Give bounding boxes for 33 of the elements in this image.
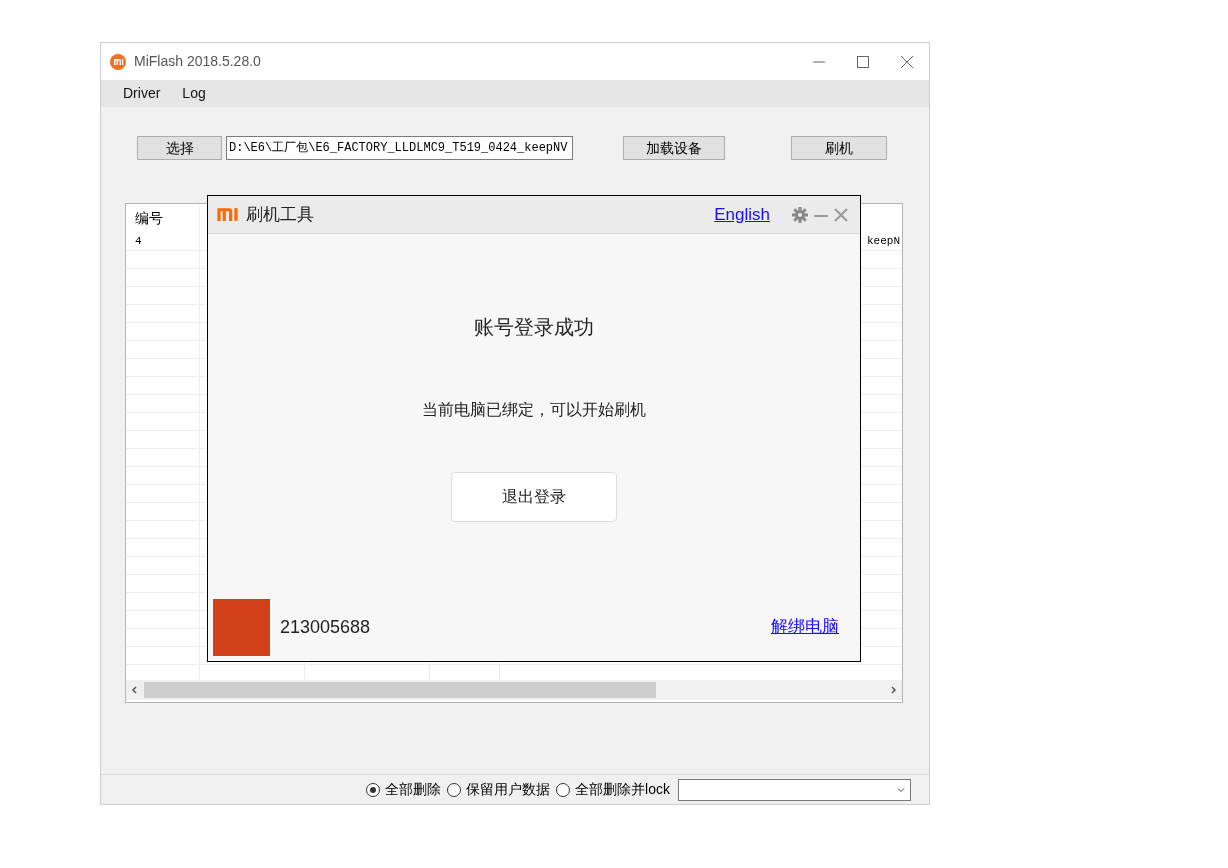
scrollbar-thumb[interactable] (144, 682, 656, 698)
select-button[interactable]: 选择 (137, 136, 222, 160)
app-logo-icon (110, 53, 126, 70)
dialog-message: 当前电脑已绑定，可以开始刷机 (422, 400, 646, 420)
unbind-link[interactable]: 解绑电脑 (771, 614, 839, 640)
dialog-heading: 账号登录成功 (474, 315, 594, 340)
close-icon[interactable] (900, 54, 914, 69)
menu-item[interactable]: Driver (123, 83, 161, 104)
table-cell-text: 4 (134, 234, 143, 250)
mi-logo (216, 206, 240, 223)
radio-button[interactable] (447, 782, 462, 797)
column-header: 编号 (134, 209, 164, 228)
menu-item[interactable]: Log (182, 83, 206, 104)
window-title: MiFlash 2018.5.28.0 (134, 52, 261, 71)
radio-label: 全部删除 (385, 780, 442, 799)
dialog-title: 刷机工具 (246, 203, 314, 226)
horizontal-scrollbar[interactable] (126, 680, 902, 700)
logout-button[interactable]: 退出登录 (451, 472, 617, 522)
radio-label: 保留用户数据 (466, 780, 551, 799)
language-link[interactable]: English (714, 201, 770, 228)
radio-label: 全部删除并lock (575, 780, 670, 799)
radio-button[interactable] (556, 782, 571, 797)
scroll-right-icon[interactable] (888, 685, 898, 695)
flash-button[interactable]: 刷机 (791, 136, 887, 160)
scroll-left-icon[interactable] (130, 685, 140, 695)
mode-dropdown[interactable] (678, 778, 911, 801)
avatar-photo-placeholder (213, 598, 270, 656)
radio-button[interactable] (366, 782, 381, 797)
account-id: 213005688 (280, 615, 371, 639)
settings-icon[interactable] (792, 206, 808, 223)
maximize-icon[interactable] (856, 54, 870, 69)
load-device-button[interactable]: 加载设备 (623, 136, 725, 160)
table-cell-text: keepN (867, 234, 901, 250)
